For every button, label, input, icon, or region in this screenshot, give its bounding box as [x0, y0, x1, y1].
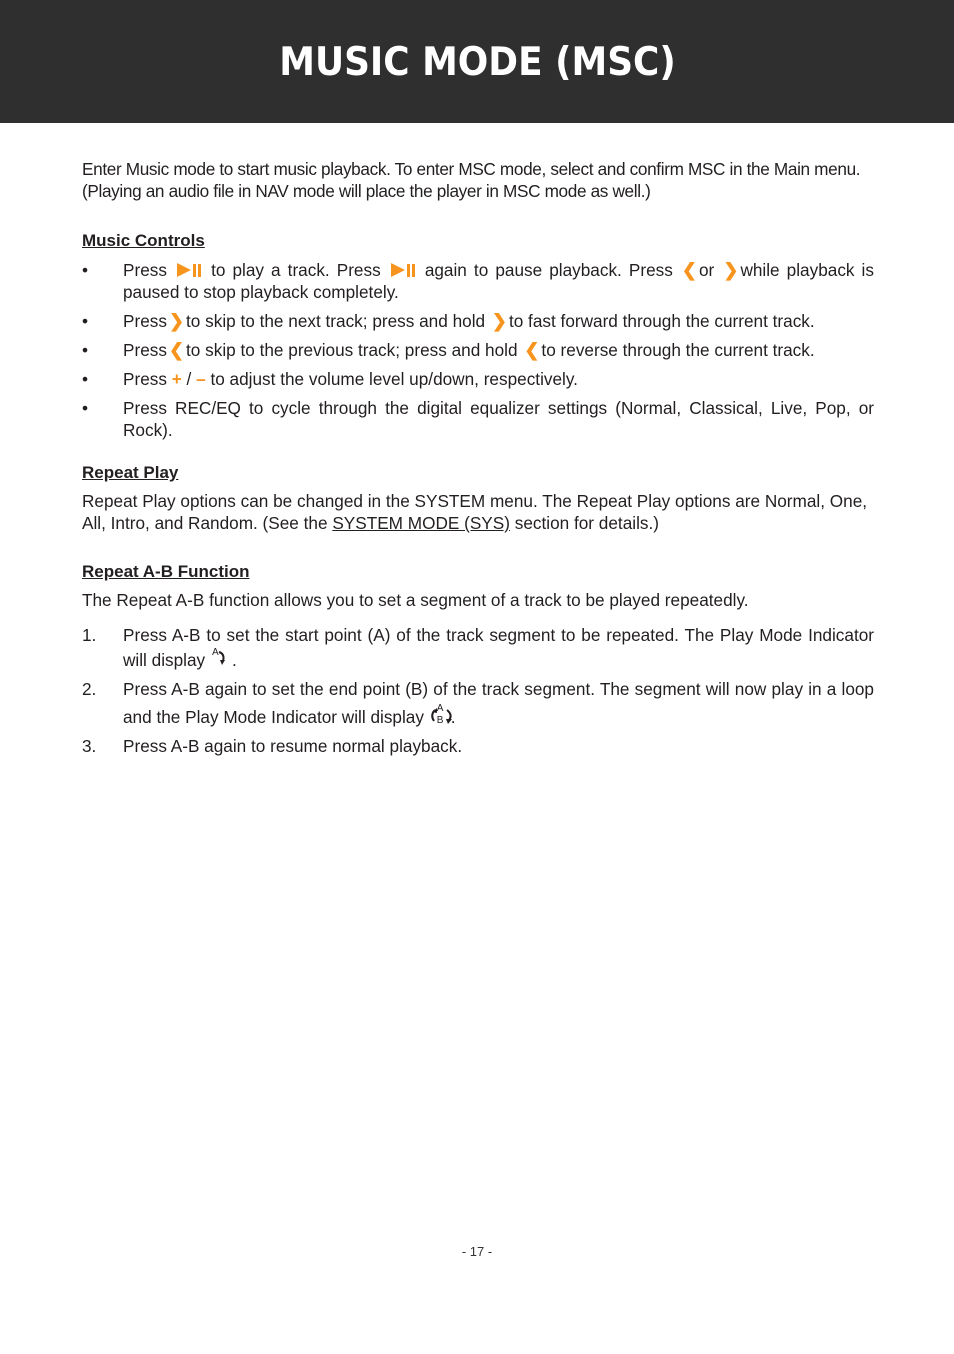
- bullet: •: [82, 398, 89, 418]
- page-number: - 17 -: [461, 1244, 493, 1259]
- plus-icon: +: [171, 369, 182, 389]
- list-item: • Press ❯ to skip to the next track; press…: [82, 311, 815, 331]
- page-content: Enter Music mode to start music playback…: [82, 158, 874, 757]
- list-item: 1. Press A-B to set the start point (A) …: [82, 625, 874, 670]
- step-number: 2.: [82, 679, 97, 699]
- list-item: • Press ❮ to skip to the previous track; p…: [82, 340, 815, 360]
- previous-icon: ❮: [524, 340, 540, 360]
- repeat-play-paragraph: Repeat Play options can be changed in th…: [82, 491, 868, 533]
- step-number: 1.: [82, 625, 97, 645]
- music-controls-heading: Music Controls: [82, 231, 205, 250]
- next-icon: ❯: [168, 311, 185, 331]
- bullet: •: [82, 260, 89, 280]
- page-title: MUSIC MODE (MSC): [278, 40, 676, 85]
- step-number: 3.: [82, 736, 97, 756]
- repeat-ab-intro: The Repeat A-B function allows you to se…: [82, 590, 749, 610]
- list-item: • Press REC/EQ to cycle through the digi…: [82, 398, 874, 440]
- list-item: 2. Press A-B again to set the end point …: [82, 675, 874, 731]
- repeat-a-icon: A: [210, 647, 232, 668]
- next-icon: ❯: [723, 260, 739, 280]
- list-item: • Press + / – to adjust the volume level…: [82, 369, 578, 389]
- previous-icon: ❮: [168, 340, 185, 360]
- repeat-ab-icon: A B: [429, 703, 452, 726]
- list-item: 3. Press A-B again to resume normal play…: [82, 736, 463, 756]
- repeat-ab-heading: Repeat A-B Function: [82, 562, 250, 581]
- minus-icon: –: [196, 369, 206, 389]
- system-mode-link[interactable]: SYSTEM MODE (SYS): [332, 513, 510, 533]
- music-controls-list: • Press to play a track. Press again to …: [82, 259, 874, 441]
- bullet: •: [82, 369, 89, 389]
- previous-icon: ❮: [681, 260, 697, 280]
- page-header: MUSIC MODE (MSC): [0, 0, 954, 123]
- repeat-play-heading: Repeat Play: [82, 463, 179, 482]
- list-item: • Press to play a track. Press again to …: [82, 260, 874, 302]
- play-pause-icon: [390, 263, 415, 277]
- next-icon: ❯: [491, 311, 507, 331]
- play-pause-icon: [177, 263, 201, 277]
- intro-paragraph: Enter Music mode to start music playback…: [82, 159, 861, 201]
- bullet: •: [82, 311, 89, 331]
- repeat-ab-steps: 1. Press A-B to set the start point (A) …: [82, 623, 874, 757]
- bullet: •: [82, 340, 89, 360]
